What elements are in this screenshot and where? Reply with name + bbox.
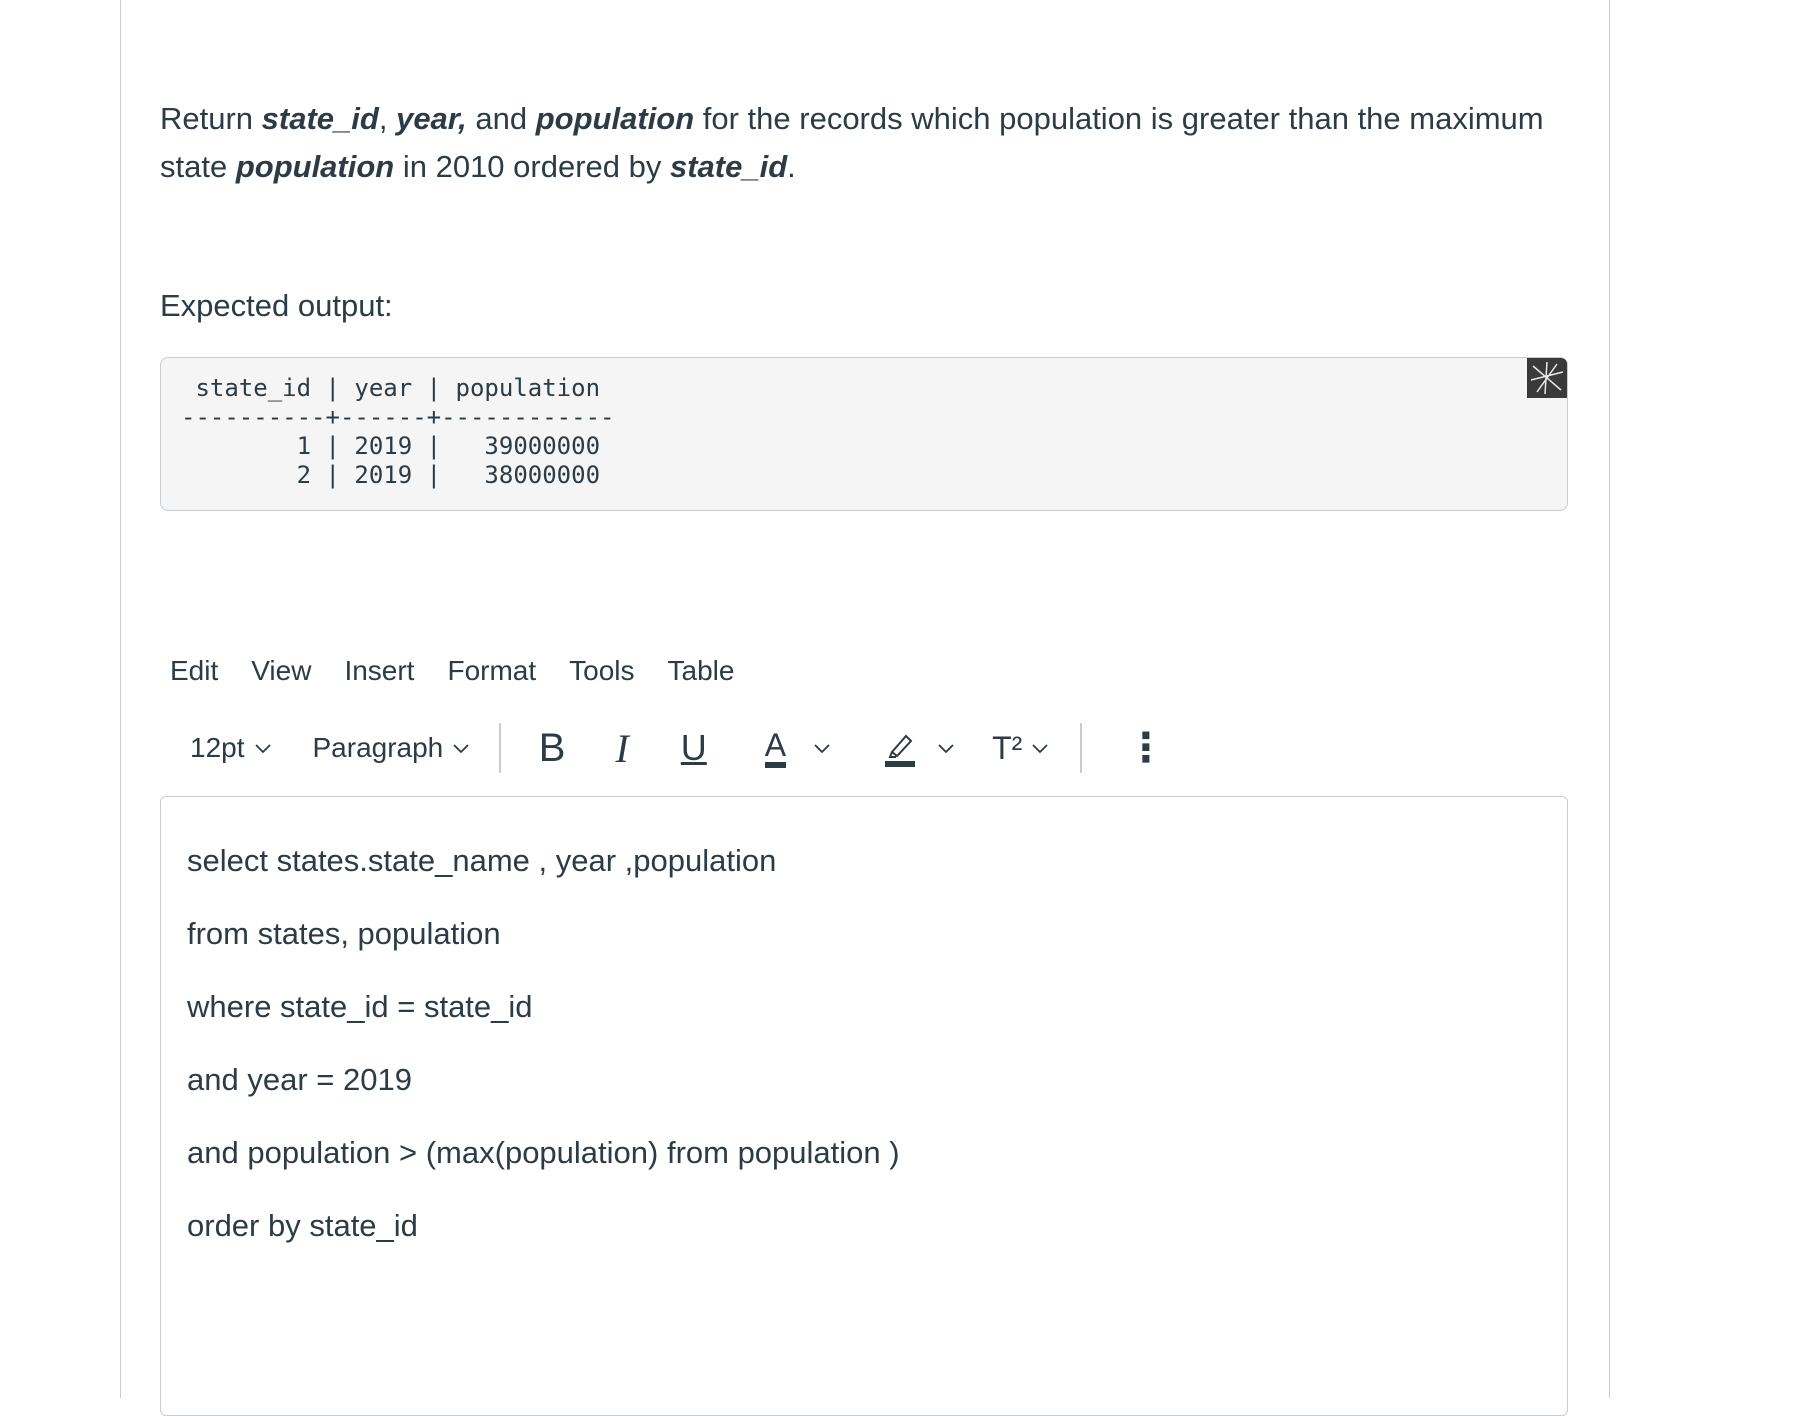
rich-text-editor[interactable]: select states.state_name , year ,populat… — [160, 796, 1568, 1416]
editor-line: select states.state_name , year ,populat… — [187, 843, 777, 878]
menu-format[interactable]: Format — [447, 655, 536, 687]
expected-output-block: state_id | year | population ----------+… — [160, 357, 1568, 511]
block-format-dropdown[interactable]: Paragraph — [313, 732, 472, 764]
menu-edit[interactable]: Edit — [170, 655, 218, 687]
toolbar-divider — [499, 723, 501, 773]
chevron-down-icon — [938, 744, 954, 754]
chevron-down-icon — [254, 744, 271, 754]
highlighter-icon — [885, 734, 916, 767]
question-text: Return state_id, year, and population fo… — [160, 101, 1544, 184]
highlight-color-button[interactable] — [884, 728, 956, 768]
editor-menubar: Edit View Insert Format Tools Table — [170, 655, 767, 687]
expected-output-text: state_id | year | population ----------+… — [181, 374, 615, 489]
menu-table[interactable]: Table — [668, 655, 735, 687]
editor-line: where state_id = state_id — [187, 989, 533, 1024]
editor-line: from states, population — [187, 916, 501, 951]
text-color-button[interactable]: A — [764, 728, 832, 768]
chevron-down-icon — [1032, 744, 1048, 754]
bold-button[interactable]: B — [539, 726, 566, 771]
editor-line: and year = 2019 — [187, 1062, 412, 1097]
more-options-button[interactable]: ⋮ — [1126, 725, 1166, 771]
editor-line: order by state_id — [187, 1208, 418, 1243]
image-thumbnail-icon[interactable] — [1527, 358, 1567, 398]
underline-button[interactable]: U — [681, 727, 707, 769]
editor-toolbar: 12pt Paragraph B I U A T² ⋮ — [170, 720, 1166, 776]
editor-line: and population > (max(population) from p… — [187, 1135, 900, 1170]
toolbar-divider — [1080, 723, 1082, 773]
superscript-button[interactable]: T² — [992, 730, 1050, 767]
italic-button[interactable]: I — [615, 725, 628, 772]
menu-view[interactable]: View — [251, 655, 311, 687]
menu-insert[interactable]: Insert — [344, 655, 414, 687]
chevron-down-icon — [453, 744, 469, 754]
menu-tools[interactable]: Tools — [569, 655, 634, 687]
font-size-dropdown[interactable]: 12pt — [190, 732, 273, 764]
expected-output-label: Expected output: — [160, 288, 393, 323]
chevron-down-icon — [814, 744, 830, 754]
